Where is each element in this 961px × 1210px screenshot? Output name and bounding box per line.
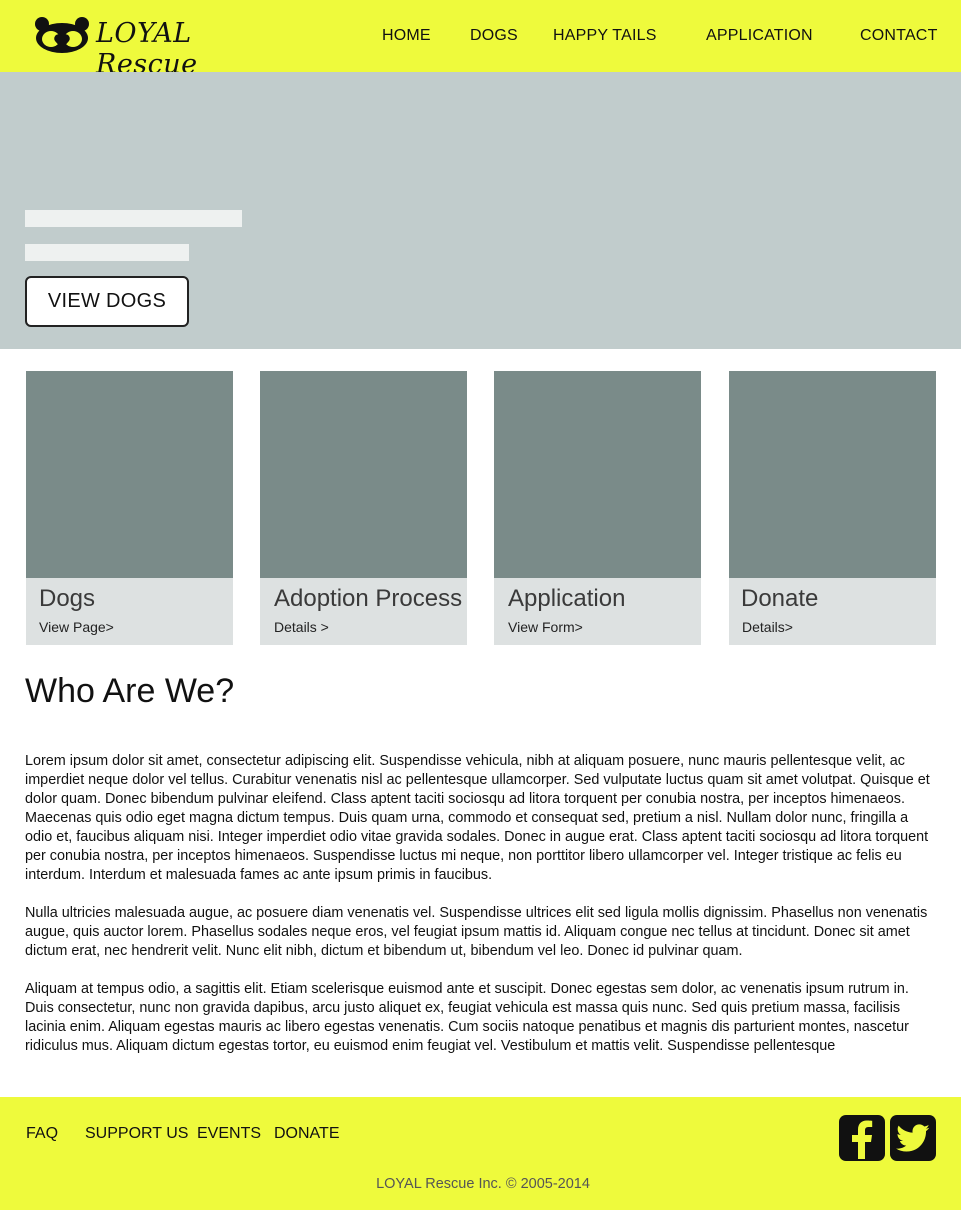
card-link[interactable]: View Form> [508,619,583,635]
brand-logo[interactable]: LOYAL Rescue [34,12,234,80]
twitter-button[interactable] [890,1115,936,1161]
card-link[interactable]: Details> [742,619,793,635]
view-dogs-button[interactable]: VIEW DOGS [25,276,189,327]
nav-home[interactable]: HOME [382,27,431,45]
card-image [494,371,701,578]
hero-banner: VIEW DOGS [0,72,961,349]
card-link[interactable]: Details > [274,619,329,635]
about-heading: Who Are We? [25,672,235,710]
footer-link-support-us[interactable]: SUPPORT US [85,1125,188,1143]
about-text: Lorem ipsum dolor sit amet, consectetur … [25,752,937,1075]
footer-link-events[interactable]: EVENTS [197,1125,261,1143]
about-paragraph: Aliquam at tempus odio, a sagittis elit.… [25,981,909,1054]
site-footer: FAQ SUPPORT US EVENTS DONATE LOYAL Rescu… [0,1097,961,1210]
card-adoption-process[interactable]: Adoption Process Details > [260,371,467,645]
card-title: Donate [741,585,819,612]
brand-name: LOYAL Rescue [96,18,198,80]
facebook-button[interactable] [839,1115,885,1161]
card-title: Adoption Process [274,585,463,612]
card-image [729,371,936,578]
card-application[interactable]: Application View Form> [494,371,701,645]
card-image [26,371,233,578]
card-dogs[interactable]: Dogs View Page> [26,371,233,645]
nav-happy-tails[interactable]: HAPPY TAILS [553,27,657,45]
facebook-icon [852,1120,873,1159]
card-image [260,371,467,578]
nav-application[interactable]: APPLICATION [706,27,813,45]
about-paragraph: Nulla ultricies malesuada augue, ac posu… [25,905,928,959]
footer-link-faq[interactable]: FAQ [26,1125,58,1143]
twitter-icon [896,1124,930,1152]
card-link[interactable]: View Page> [39,619,114,635]
nav-dogs[interactable]: DOGS [470,27,518,45]
card-title: Application [508,585,626,612]
hero-headline-placeholder [25,210,242,227]
nav-contact[interactable]: CONTACT [860,27,938,45]
hero-subline-placeholder [25,244,189,261]
site-header: LOYAL Rescue HOME DOGS HAPPY TAILS APPLI… [0,0,961,80]
card-donate[interactable]: Donate Details> [729,371,936,645]
card-title: Dogs [39,585,96,612]
footer-link-donate[interactable]: DONATE [274,1125,339,1143]
about-paragraph: Lorem ipsum dolor sit amet, consectetur … [25,753,930,883]
dog-heart-logo-icon [35,17,89,53]
copyright-text: LOYAL Rescue Inc. © 2005-2014 [376,1176,590,1192]
